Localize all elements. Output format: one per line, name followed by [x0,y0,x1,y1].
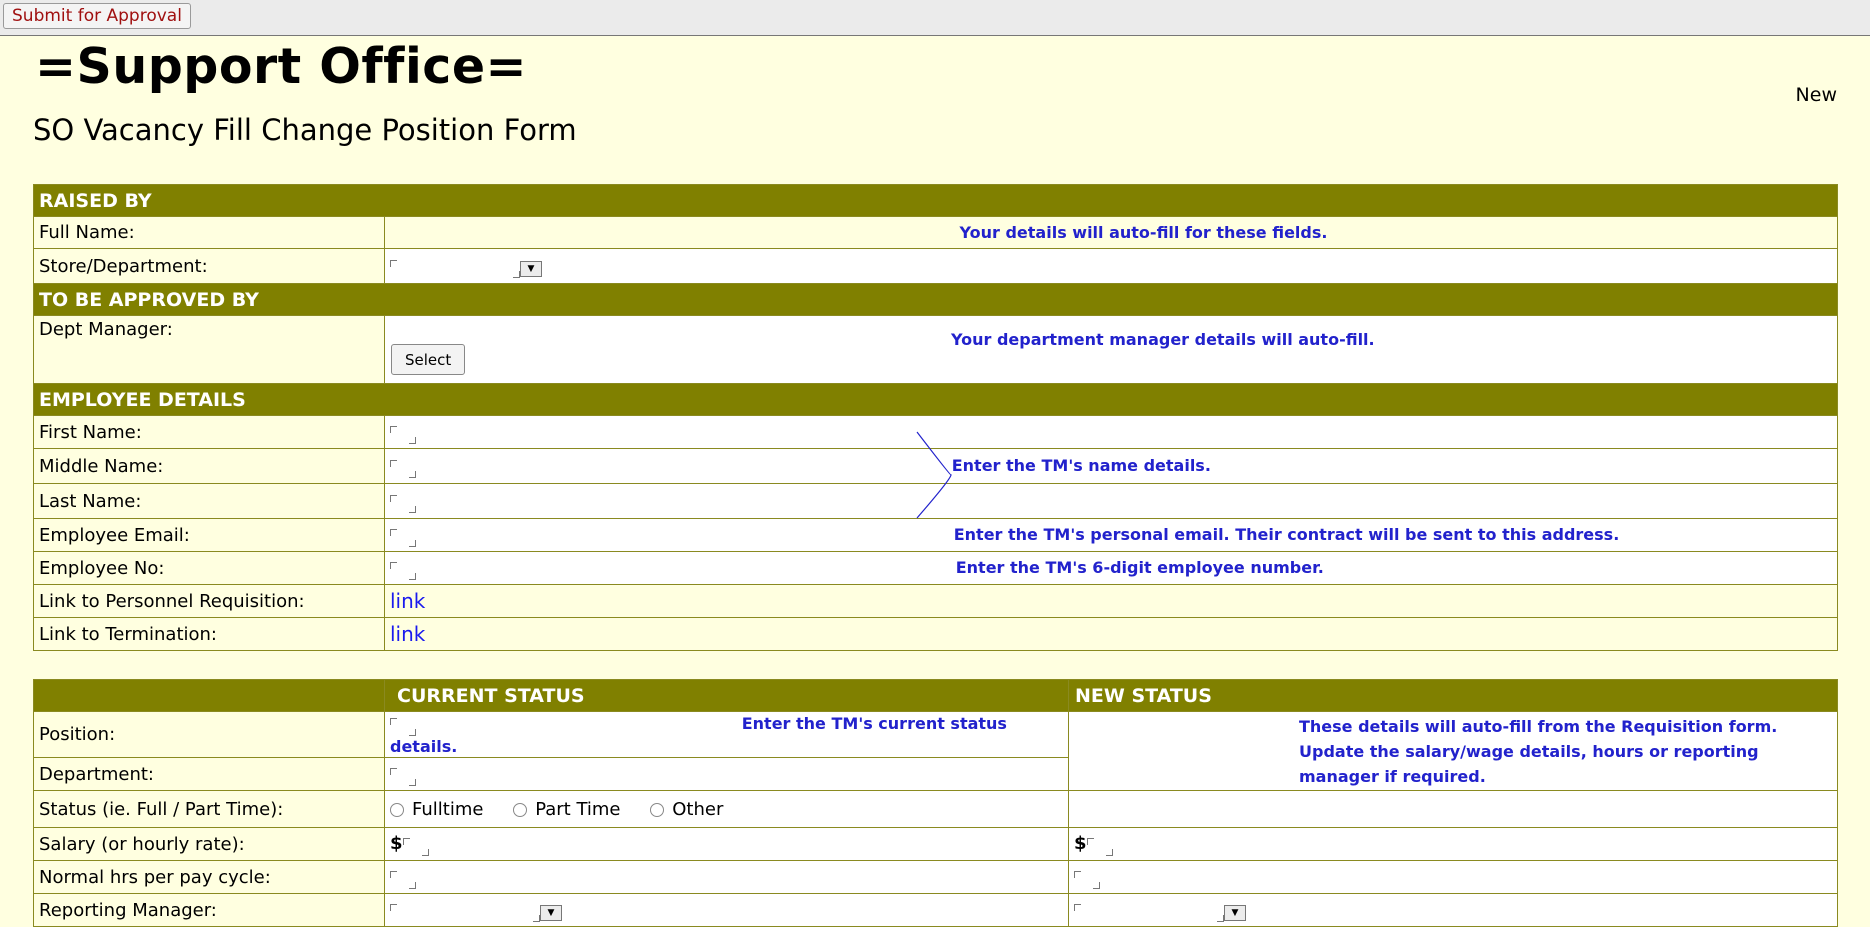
current-salary-cell: $ [384,827,1069,861]
radio-part-time-icon[interactable] [513,802,528,817]
new-hours-cell [1068,860,1838,894]
status-type-cell: Fulltime Part Time Other [384,790,1069,828]
new-manager-dropdown[interactable]: ▼ [1224,905,1246,921]
select-manager-button[interactable]: Select [391,344,466,375]
new-status-note-cell: These details will auto-fill from the Re… [1068,711,1838,791]
form-status: New [1795,84,1837,106]
reporting-manager-label: Reporting Manager: [33,893,385,927]
current-department-field[interactable] [390,768,416,786]
current-position-cell: Enter the TM's current status details. [384,711,1069,758]
new-salary-cell: $ [1068,827,1838,861]
employee-no-note: Enter the TM's 6-digit employee number. [955,558,1324,577]
hours-label: Normal hrs per pay cycle: [33,860,385,894]
employee-no-cell: Enter the TM's 6-digit employee number. [384,551,1838,585]
brand-title: =Support Office= [35,38,528,95]
store-department-cell: ▼ [384,248,1838,284]
submit-for-approval-button[interactable]: Submit for Approval [3,3,191,29]
salary-label: Salary (or hourly rate): [33,827,385,861]
new-hours-field[interactable] [1074,871,1100,889]
middle-name-cell: Enter the TM's name details. [384,448,1838,484]
link-requisition-label: Link to Personnel Requisition: [33,584,385,618]
middle-name-field[interactable] [390,460,416,478]
name-details-note: Enter the TM's name details. [951,456,1211,475]
full-name-value: Your details will auto-fill for these fi… [384,216,1838,249]
last-name-field[interactable] [390,495,416,513]
new-status-header: NEW STATUS [1068,679,1838,712]
section-employee-details: EMPLOYEE DETAILS [33,383,1838,416]
new-status-type-cell [1068,790,1838,828]
first-name-field[interactable] [390,426,416,444]
employee-email-label: Employee Email: [33,518,385,552]
section-raised-by: RAISED BY [33,184,1838,217]
details-table: RAISED BY Full Name: Your details will a… [33,184,1838,651]
link-requisition-cell: link [384,584,1838,618]
current-manager-dropdown[interactable]: ▼ [540,905,562,921]
last-name-label: Last Name: [33,483,385,519]
dept-manager-cell: Select Your department manager details w… [384,315,1838,384]
new-manager-field[interactable] [1074,904,1224,922]
employee-no-label: Employee No: [33,551,385,585]
status-type-label: Status (ie. Full / Part Time): [33,790,385,828]
form-title: SO Vacancy Fill Change Position Form [33,113,577,147]
link-termination[interactable]: link [390,622,425,646]
status-header-row: CURRENT STATUS NEW STATUS [33,679,1838,712]
store-department-field[interactable] [390,260,520,278]
radio-fulltime-icon[interactable] [390,802,404,817]
last-name-cell [384,483,1838,519]
current-status-note: Enter the TM's current status details. [390,714,1007,756]
store-department-dropdown[interactable]: ▼ [520,261,542,277]
first-name-cell [384,415,1838,449]
current-manager-cell: ▼ [384,893,1069,927]
current-status-header: CURRENT STATUS [384,679,1069,712]
link-termination-label: Link to Termination: [33,617,385,651]
employee-email-field[interactable] [390,529,416,547]
email-note: Enter the TM's personal email. Their con… [953,525,1620,544]
current-hours-cell [384,860,1069,894]
current-manager-field[interactable] [390,904,540,922]
current-salary-field[interactable] [402,838,429,856]
raised-by-note: Your details will auto-fill for these fi… [959,223,1328,242]
approved-by-note: Your department manager details will aut… [951,329,1375,349]
employee-email-cell: Enter the TM's personal email. Their con… [384,518,1838,552]
department-label: Department: [33,757,385,791]
radio-part-time[interactable]: Part Time [513,799,621,820]
new-status-note: These details will auto-fill from the Re… [1299,716,1778,786]
current-hours-field[interactable] [390,871,416,889]
toolbar: Submit for Approval [0,0,1870,36]
store-department-label: Store/Department: [33,248,385,284]
status-table: CURRENT STATUS NEW STATUS Position: Ente… [33,679,1838,927]
link-termination-cell: link [384,617,1838,651]
section-approved-by: TO BE APPROVED BY [33,283,1838,316]
radio-other[interactable]: Other [650,799,723,820]
currency-symbol: $ [390,833,403,854]
middle-name-label: Middle Name: [33,448,385,484]
employee-no-field[interactable] [390,562,416,580]
name-brace-icon [916,431,952,519]
position-label: Position: [33,711,385,758]
full-name-label: Full Name: [33,216,385,249]
current-department-cell [384,757,1069,791]
currency-symbol: $ [1074,833,1087,854]
new-salary-field[interactable] [1086,838,1113,856]
first-name-label: First Name: [33,415,385,449]
current-position-field[interactable] [390,718,416,736]
radio-fulltime[interactable]: Fulltime [390,799,483,820]
new-manager-cell: ▼ [1068,893,1838,927]
link-requisition[interactable]: link [390,589,425,613]
radio-other-icon[interactable] [650,802,665,817]
dept-manager-label: Dept Manager: [33,315,385,384]
